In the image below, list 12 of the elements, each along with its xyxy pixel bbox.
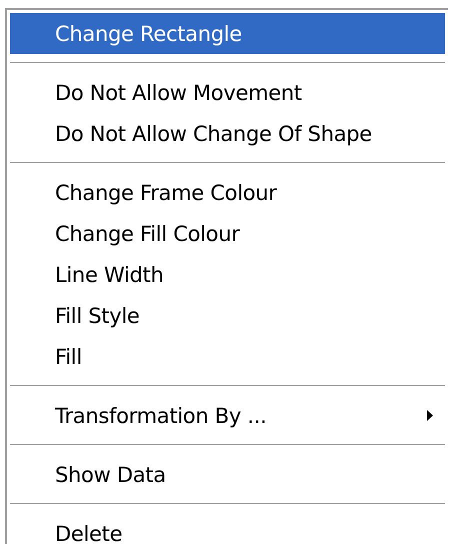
menu-item[interactable]: Do Not Allow Movement [10, 72, 445, 113]
menu-item[interactable]: Transformation By ... [10, 395, 445, 436]
submenu-arrow-icon [427, 410, 433, 421]
menu-item[interactable]: Show Data [10, 454, 445, 495]
menu-item[interactable]: Change Frame Colour [10, 172, 445, 213]
menu-item[interactable]: Change Fill Colour [10, 213, 445, 254]
menu-item[interactable]: Fill [10, 336, 445, 377]
menu-item[interactable]: Fill Style [10, 295, 445, 336]
menu-item[interactable]: Do Not Allow Change Of Shape [10, 113, 445, 154]
menu-item[interactable]: Line Width [10, 254, 445, 295]
menu-item[interactable]: Delete [10, 513, 445, 544]
menu-item[interactable]: Change Rectangle [10, 13, 445, 54]
